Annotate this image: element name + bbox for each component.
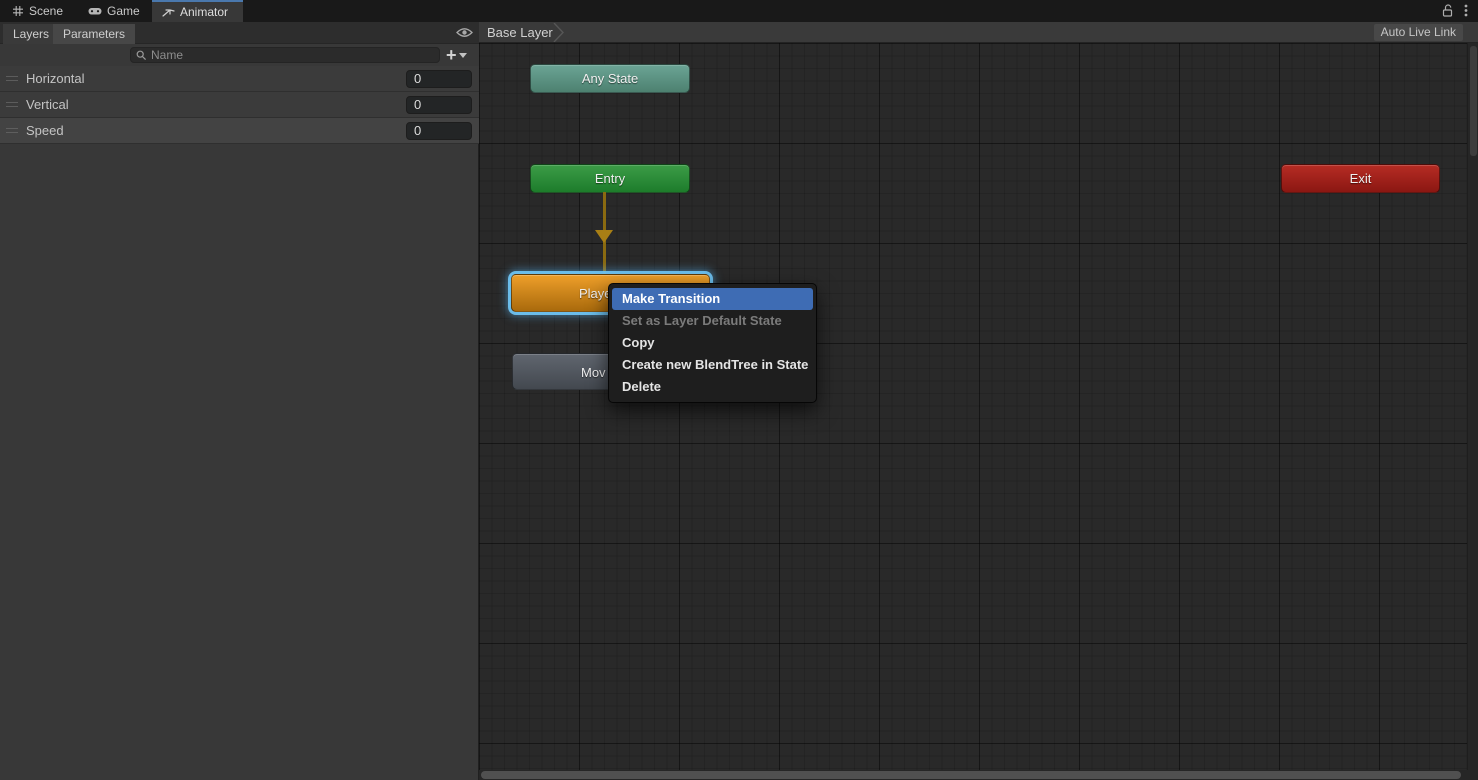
lock-icon[interactable] [1441,3,1454,18]
breadcrumb[interactable]: Base Layer [487,22,553,43]
state-node-any-state[interactable]: Any State [530,64,690,93]
tab-parameters[interactable]: Parameters [53,24,135,44]
parameter-search-row: + [0,44,479,66]
gamepad-icon [88,5,102,17]
tab-animator[interactable]: Animator [152,0,243,22]
parameter-name: Speed [26,123,64,138]
parameter-value-field[interactable]: 0 [406,70,472,88]
parameter-value-field[interactable]: 0 [406,96,472,114]
horizontal-scrollbar-thumb[interactable] [481,771,1461,779]
tab-scene-label: Scene [29,4,63,18]
menu-item-create-blendtree[interactable]: Create new BlendTree in State [612,354,813,376]
parameter-value-field[interactable]: 0 [406,122,472,140]
scene-grid-icon [12,5,24,17]
node-label: Mov [581,365,606,380]
menu-item-copy[interactable]: Copy [612,332,813,354]
parameter-row-vertical[interactable]: Vertical 0 [0,92,479,118]
kebab-menu-icon[interactable] [1464,3,1468,18]
vertical-scrollbar[interactable] [1467,43,1478,770]
menu-item-delete[interactable]: Delete [612,376,813,398]
chevron-down-icon [459,53,467,58]
search-icon [136,50,147,61]
eye-icon[interactable] [456,26,473,39]
transition-arrowhead-icon [595,230,613,243]
parameter-row-horizontal[interactable]: Horizontal 0 [0,66,479,92]
horizontal-scrollbar[interactable] [479,770,1478,780]
breadcrumb-chevron-icon [553,23,565,42]
drag-handle-icon[interactable] [6,102,18,107]
plus-icon: + [446,46,457,64]
node-label: Playe [579,286,612,301]
state-node-entry[interactable]: Entry [530,164,690,193]
animator-icon [162,7,175,18]
parameter-list: Horizontal 0 Vertical 0 Speed 0 [0,66,479,144]
state-machine-canvas[interactable] [479,43,1467,770]
drag-handle-icon[interactable] [6,76,18,81]
panel-toolbar: Layers Parameters [0,22,479,44]
parameter-name: Vertical [26,97,69,112]
add-parameter-button[interactable]: + [446,44,467,66]
menu-item-set-default-state: Set as Layer Default State [612,310,813,332]
context-menu: Make Transition Set as Layer Default Sta… [608,283,817,403]
node-label: Any State [582,71,638,86]
auto-live-link-button[interactable]: Auto Live Link [1374,24,1463,41]
search-input[interactable] [151,48,411,62]
tab-scene[interactable]: Scene [2,0,73,22]
breadcrumb-bar: Base Layer Auto Live Link [479,22,1478,43]
tab-animator-label: Animator [180,5,228,19]
state-node-exit[interactable]: Exit [1281,164,1440,193]
node-label: Entry [595,171,625,186]
parameter-row-speed[interactable]: Speed 0 [0,118,479,144]
node-label: Exit [1350,171,1372,186]
tab-game-label: Game [107,4,140,18]
animator-side-panel: Layers Parameters + Horizontal 0 Vertica… [0,22,479,780]
search-field[interactable] [130,47,440,63]
drag-handle-icon[interactable] [6,128,18,133]
tab-layers[interactable]: Layers [3,24,59,44]
menu-item-make-transition[interactable]: Make Transition [612,288,813,310]
vertical-scrollbar-thumb[interactable] [1470,46,1477,156]
tab-game[interactable]: Game [78,0,150,22]
parameter-name: Horizontal [26,71,85,86]
window-tab-bar: Scene Game Animator [0,0,1478,22]
